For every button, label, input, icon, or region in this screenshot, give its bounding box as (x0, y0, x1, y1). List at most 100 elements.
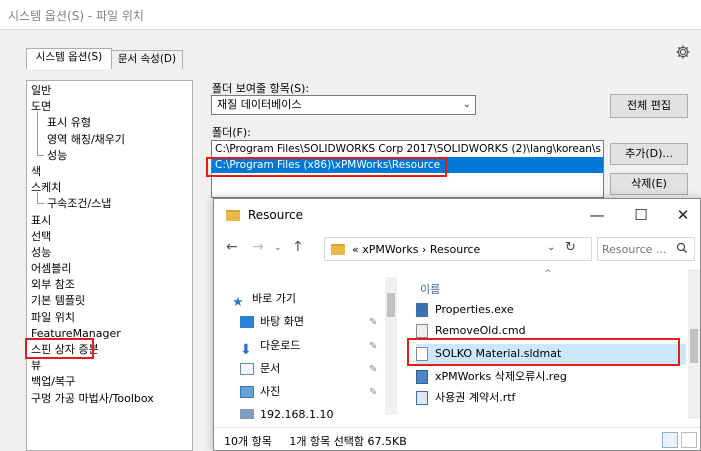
tree-item-file-locations[interactable]: 파일 위치 (27, 310, 192, 326)
search-box[interactable] (597, 237, 695, 261)
nav-item-label: 문서 (260, 362, 281, 375)
tab-document-properties[interactable]: 문서 속성(D) (111, 50, 183, 69)
nav-item-documents[interactable]: 문서 (240, 359, 280, 379)
tree-item-area-hatch[interactable]: 영역 해칭/채우기 (27, 127, 192, 148)
show-folders-for-label: 폴더 보여줄 항목(S): (212, 82, 310, 95)
search-input[interactable] (602, 241, 674, 257)
tree-item-hole-wizard-toolbox[interactable]: 구멍 가공 마법사/Toolbox (27, 391, 192, 407)
nav-item-pictures[interactable]: 사진 (240, 382, 280, 402)
title-bar: 시스템 옵션(S) - 파일 위치 (0, 0, 701, 30)
window-title: 시스템 옵션(S) - 파일 위치 (8, 9, 144, 23)
options-tree[interactable]: 일반 도면 표시 유형 영역 해칭/채우기 성능 색 스케치 구속조건/스냅 표… (26, 80, 193, 451)
tree-item-display-style[interactable]: 표시 유형 (27, 111, 192, 132)
show-folders-for-value: 재질 데이터베이스 (217, 98, 302, 111)
folder-icon (226, 210, 240, 221)
document-icon (240, 363, 254, 375)
nav-item-network-location[interactable]: 192.168.1.10 (240, 405, 333, 419)
download-arrow-icon: ⬇ (240, 342, 252, 358)
file-row[interactable]: Properties.exe (416, 300, 686, 321)
tree-item-view[interactable]: 뷰 (27, 358, 192, 374)
address-bar[interactable]: « xPMWorks › Resource ⌄ ↻ (324, 237, 592, 261)
navigation-pane: ★ 바로 가기 바탕 화면 ✎ ⬇ 다운로드 ✎ 문서 ✎ 사진 ✎ 192.168… (214, 267, 394, 427)
recent-locations-chevron-icon[interactable]: ⌄ (274, 243, 282, 253)
close-button[interactable]: ✕ (668, 204, 698, 226)
cmd-file-icon (416, 324, 428, 338)
tree-item-drawings[interactable]: 도면 (27, 99, 192, 115)
tree-item-performance[interactable]: 성능 (27, 245, 192, 261)
minimize-button[interactable]: — (582, 204, 612, 226)
address-path: « xPMWorks › Resource (352, 243, 480, 256)
show-folders-for-select[interactable]: 재질 데이터베이스 ⌄ (211, 95, 476, 115)
edit-all-button[interactable]: 전체 편집 (610, 94, 688, 118)
nav-item-quick-access[interactable]: ★ 바로 가기 (232, 289, 296, 310)
large-icons-view-icon[interactable] (681, 432, 697, 448)
refresh-icon[interactable]: ↻ (565, 240, 576, 255)
breadcrumb-resource[interactable]: Resource (430, 243, 480, 256)
column-header-name[interactable]: 이름 (420, 281, 440, 297)
nav-pane-scrollbar[interactable] (385, 277, 397, 415)
nav-item-label: 바로 가기 (252, 292, 296, 305)
pin-icon[interactable]: ✎ (369, 317, 377, 328)
pin-icon[interactable]: ✎ (369, 341, 377, 352)
tree-item-selection[interactable]: 선택 (27, 229, 192, 245)
tree-item-backup-recover[interactable]: 백업/복구 (27, 374, 192, 390)
folder-path-row[interactable]: C:\Program Files\SOLIDWORKS Corp 2017\SO… (212, 141, 603, 157)
tree-item-label: 영역 해칭/채우기 (47, 132, 126, 146)
scrollbar-thumb[interactable] (387, 293, 395, 317)
reg-file-icon (416, 370, 428, 384)
status-bar: 10개 항목 1개 항목 선택함 67.5KB (214, 427, 700, 450)
tree-item-general[interactable]: 일반 (27, 83, 192, 99)
star-icon: ★ (232, 295, 244, 310)
file-name: xPMWorks 삭제오류시.reg (435, 370, 567, 383)
file-name: RemoveOld.cmd (435, 324, 526, 337)
explorer-title: Resource (248, 208, 304, 222)
folders-label: 폴더(F): (212, 126, 251, 139)
breadcrumb-separator: › (421, 243, 427, 256)
file-name: 사용권 계약서.rtf (435, 391, 516, 404)
tree-item-external-references[interactable]: 외부 참조 (27, 277, 192, 293)
maximize-button[interactable]: ☐ (626, 204, 656, 226)
nav-item-label: 사진 (260, 385, 281, 398)
breadcrumb-xpmworks[interactable]: xPMWorks (362, 243, 418, 256)
tree-item-colors[interactable]: 색 (27, 164, 192, 180)
tree-item-label: 표시 유형 (47, 116, 91, 130)
pin-icon[interactable]: ✎ (369, 387, 377, 398)
nav-item-label: 다운로드 (260, 339, 301, 352)
tree-item-default-templates[interactable]: 기본 템플릿 (27, 293, 192, 309)
tree-branch-line (37, 143, 44, 156)
nav-item-downloads[interactable]: ⬇ 다운로드 (240, 336, 301, 358)
explorer-title-bar: Resource — ☐ ✕ (214, 199, 700, 231)
tree-item-display[interactable]: 표시 (27, 213, 192, 229)
file-name: Properties.exe (435, 303, 514, 316)
tree-item-drawing-performance[interactable]: 성능 (27, 143, 192, 164)
up-arrow-icon[interactable]: ↑ (292, 239, 304, 255)
nav-item-label: 바탕 화면 (260, 315, 304, 328)
back-arrow-icon[interactable]: ← (226, 239, 238, 255)
scrollbar-thumb[interactable] (690, 329, 698, 363)
tree-item-assemblies[interactable]: 어셈블리 (27, 261, 192, 277)
gear-icon[interactable] (672, 41, 694, 63)
nav-item-desktop[interactable]: 바탕 화면 (240, 312, 304, 332)
tree-item-label: 구속조건/스냅 (47, 197, 112, 211)
forward-arrow-icon[interactable]: → (252, 239, 264, 255)
folder-path-highlight-box (206, 157, 447, 177)
tree-item-sketch[interactable]: 스케치 (27, 180, 192, 196)
chevron-down-icon[interactable]: ⌄ (547, 242, 555, 253)
tree-branch-line (37, 192, 44, 205)
file-row[interactable]: 사용권 계약서.rtf (416, 388, 686, 409)
file-list-scrollbar[interactable] (688, 269, 700, 419)
pin-icon[interactable]: ✎ (369, 364, 377, 375)
tree-item-relations-snaps[interactable]: 구속조건/스냅 (27, 192, 192, 212)
delete-button[interactable]: 삭제(E) (610, 173, 688, 195)
file-row[interactable]: xPMWorks 삭제오류시.reg (416, 367, 686, 388)
sort-up-icon: ^ (544, 269, 552, 279)
details-view-icon[interactable] (662, 432, 678, 448)
explorer-window[interactable]: Resource — ☐ ✕ ← → ⌄ ↑ « xPMWorks › Reso… (213, 198, 701, 451)
search-icon[interactable] (676, 242, 688, 254)
network-drive-icon (240, 409, 254, 419)
tab-system-options[interactable]: 시스템 옵션(S) (26, 48, 112, 69)
add-button[interactable]: 추가(D)... (610, 143, 688, 165)
status-text: 10개 항목 1개 항목 선택함 67.5KB (224, 435, 407, 448)
folder-icon (331, 244, 345, 255)
address-overflow-icon[interactable]: « (352, 243, 359, 256)
